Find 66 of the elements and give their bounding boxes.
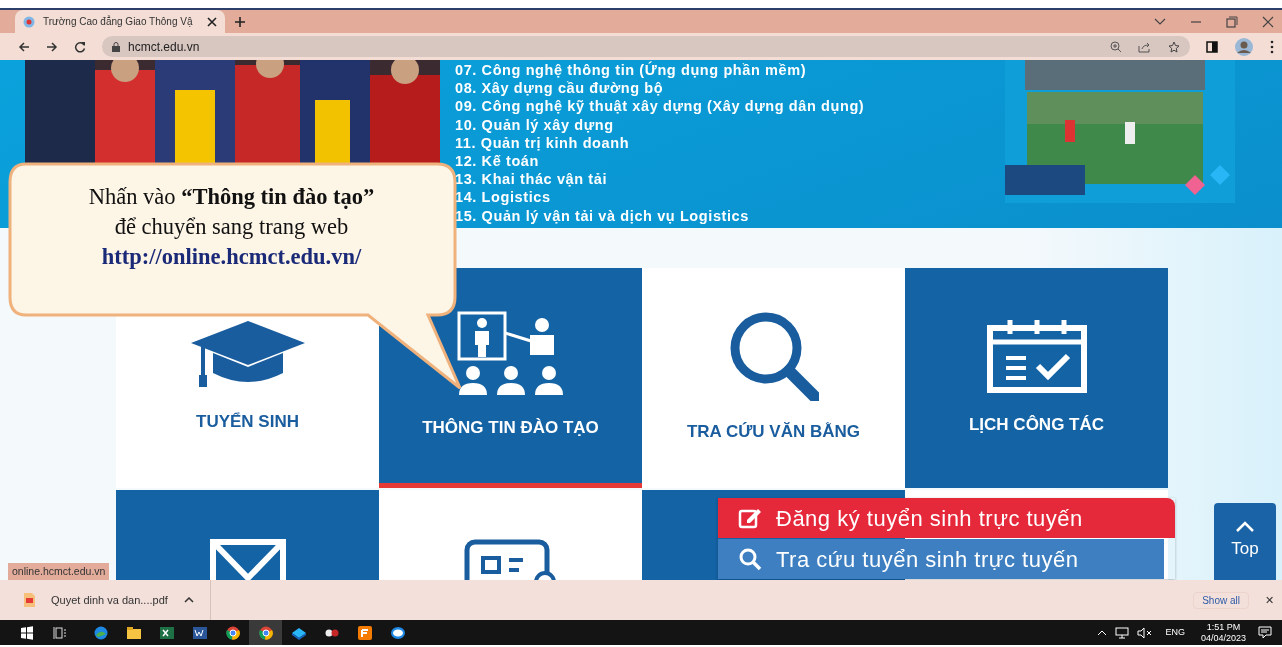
chevron-down-icon[interactable] <box>1154 17 1166 26</box>
chat-icon[interactable] <box>390 625 405 640</box>
notification-icon[interactable] <box>1258 626 1272 639</box>
caret-up-icon[interactable] <box>183 597 194 603</box>
close-icon[interactable] <box>207 16 217 27</box>
search-icon <box>738 547 762 571</box>
side-panel-icon[interactable] <box>1206 40 1218 53</box>
search-icon <box>728 311 819 402</box>
program-item: 12. Kế toán <box>455 152 540 171</box>
tile-label: TUYỂN SINH <box>196 411 299 434</box>
task-view-icon[interactable] <box>52 625 67 640</box>
avatar-icon[interactable] <box>1234 36 1254 57</box>
lock-icon <box>112 41 120 52</box>
program-item: 14. Logistics <box>455 188 552 207</box>
address-text: hcmct.edu.vn <box>128 38 200 56</box>
program-item: 09. Công nghệ kỹ thuật xây dựng (Xây dựng dân dụng) <box>455 97 865 116</box>
windows-icon[interactable] <box>19 625 34 640</box>
chevron-up-icon[interactable] <box>1097 629 1108 636</box>
menu-icon[interactable] <box>1270 39 1274 54</box>
register-button[interactable]: Đăng ký tuyển sinh trực tuyến <box>718 498 1175 538</box>
program-item: 10. Quản lý xây dựng <box>455 115 615 134</box>
teacher-students-icon <box>456 310 565 397</box>
pdf-reader-icon[interactable] <box>357 625 372 640</box>
callout-text: để chuyển sang trang web <box>113 213 350 241</box>
tile-label: TRA CỨU VĂN BẰNG <box>686 421 861 444</box>
browser-tab[interactable]: Trường Cao đẳng Giao Thông Vậ <box>15 10 225 33</box>
program-item: 11. Quản trị kinh doanh <box>455 133 631 152</box>
menu-tile[interactable]: LỊCH CÔNG TÁC <box>905 268 1168 488</box>
share-icon[interactable] <box>1138 40 1152 53</box>
clock[interactable]: 1:51 PM 04/04/2023 <box>1196 621 1250 644</box>
top-button[interactable]: Top <box>1214 503 1276 580</box>
document-icon[interactable] <box>192 625 207 640</box>
program-item: 13. Khai thác vận tải <box>455 170 608 189</box>
restore-icon[interactable] <box>1226 15 1238 28</box>
calendar-check-icon <box>985 318 1088 395</box>
reload-icon[interactable] <box>74 40 86 53</box>
program-item: 15. Quản lý vận tải và dịch vụ Logistics <box>455 206 750 225</box>
program-item: 07. Công nghệ thông tin (Ứng dụng phần mềm) <box>455 61 808 80</box>
back-icon[interactable] <box>18 40 30 53</box>
browser-icon[interactable] <box>93 625 108 640</box>
chevron-up-icon <box>1236 521 1254 533</box>
edit-icon <box>738 507 762 529</box>
language-indicator[interactable]: ENG <box>1161 625 1189 640</box>
address-bar[interactable]: hcmct.edu.vn <box>102 36 1190 57</box>
show-all-button[interactable]: Show all <box>1193 591 1249 609</box>
lookup-button[interactable]: Tra cứu tuyển sinh trực tuyến <box>718 539 1164 579</box>
book-icon[interactable] <box>291 625 306 640</box>
star-icon[interactable] <box>1168 40 1180 53</box>
site-icon <box>23 15 35 28</box>
tile-label: LỊCH CÔNG TÁC <box>968 414 1104 437</box>
muted-speaker-icon[interactable] <box>1137 626 1154 639</box>
tile-label: THÔNG TIN ĐÀO TẠO <box>422 416 599 439</box>
close-button[interactable]: ✕ <box>1265 591 1274 609</box>
spreadsheet-icon[interactable] <box>159 625 174 640</box>
forward-icon[interactable] <box>46 40 58 53</box>
zoom-icon[interactable] <box>1110 40 1122 53</box>
download-file-name: Quyet dinh va dan....pdf <box>51 592 168 608</box>
folder-icon[interactable] <box>126 625 141 640</box>
chrome-icon[interactable] <box>225 625 240 640</box>
pdf-file-icon <box>24 593 35 607</box>
callout-text: Nhấn vào “Thông tin đào tạo” <box>87 183 376 211</box>
menu-tile[interactable]: TRA CỨU VĂN BẰNG <box>642 268 905 488</box>
network-icon[interactable] <box>1115 626 1130 639</box>
program-item: 08. Xây dựng cầu đường bộ <box>455 79 665 98</box>
tab-title: Trường Cao đẳng Giao Thông Vậ <box>43 14 194 29</box>
chrome-icon[interactable] <box>258 625 273 640</box>
